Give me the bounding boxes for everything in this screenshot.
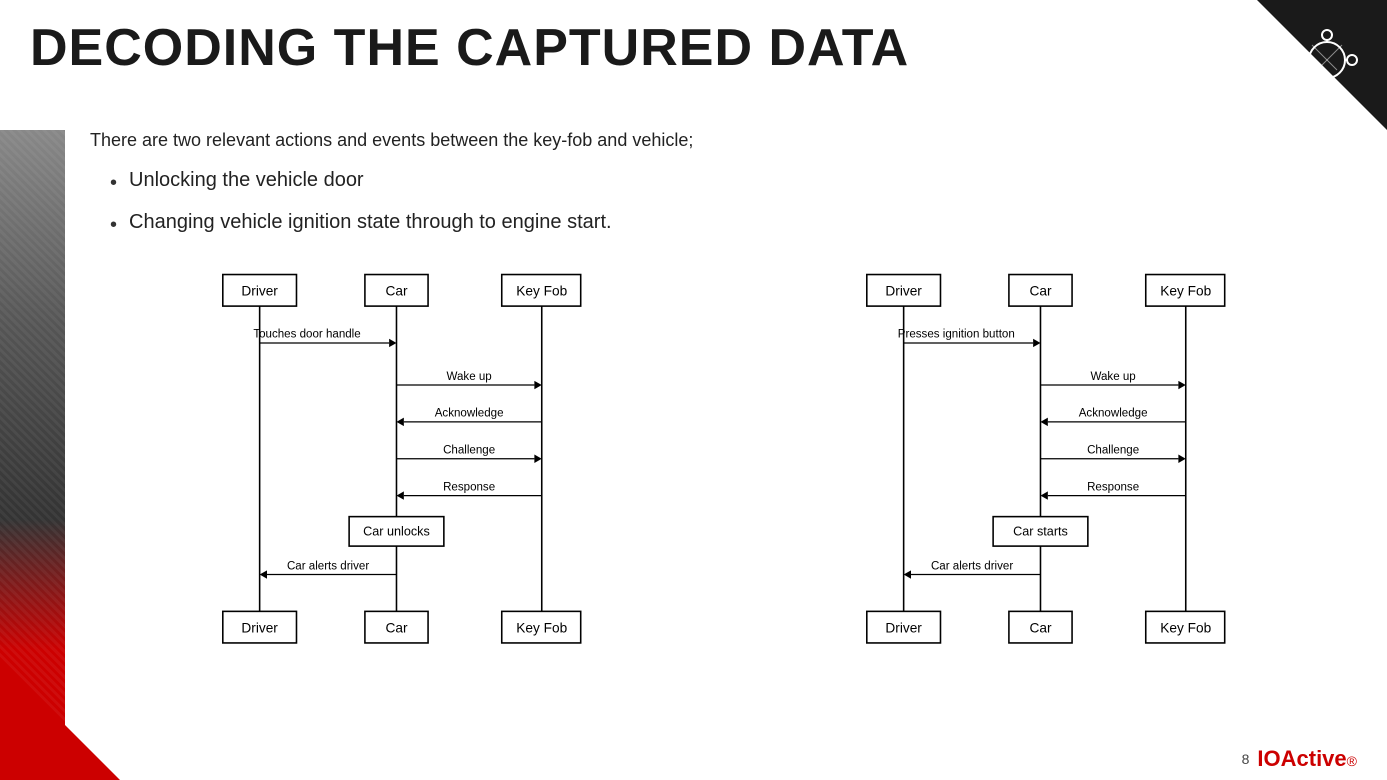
intro-text: There are two relevant actions and event…: [90, 130, 1357, 151]
ignition-start-diagram: Driver Car Key Fob Presses ignition butt…: [734, 264, 1358, 664]
svg-text:Car alerts driver: Car alerts driver: [287, 560, 369, 572]
svg-text:Wake up: Wake up: [447, 371, 492, 383]
svg-text:Car: Car: [1029, 620, 1051, 635]
svg-text:Car alerts driver: Car alerts driver: [930, 560, 1012, 572]
ioactive-logo: IOActive®: [1257, 746, 1357, 772]
svg-text:Key Fob: Key Fob: [516, 620, 567, 635]
svg-text:Driver: Driver: [885, 284, 922, 299]
svg-text:Wake up: Wake up: [1090, 371, 1135, 383]
bottom-bar: 8 IOActive®: [1242, 746, 1357, 772]
svg-text:Car: Car: [385, 620, 407, 635]
door-unlock-diagram: Driver Car Key Fob Touches door handle: [90, 264, 714, 664]
svg-text:Touches door handle: Touches door handle: [253, 329, 360, 341]
svg-text:Presses ignition button: Presses ignition button: [897, 329, 1014, 341]
svg-text:Challenge: Challenge: [1087, 444, 1139, 456]
bullet-item-2: • Changing vehicle ignition state throug…: [110, 211, 1357, 239]
bullet-dot-1: •: [110, 169, 117, 197]
svg-text:Driver: Driver: [885, 620, 922, 635]
svg-text:Car: Car: [385, 284, 407, 299]
svg-text:Acknowledge: Acknowledge: [435, 408, 504, 420]
bullet-dot-2: •: [110, 211, 117, 239]
page-number: 8: [1242, 751, 1250, 767]
slide-title: DECODING THE CAPTURED DATA: [30, 18, 909, 78]
svg-text:Acknowledge: Acknowledge: [1078, 408, 1147, 420]
active-text: Active: [1281, 746, 1347, 771]
content-area: There are two relevant actions and event…: [80, 130, 1357, 730]
svg-text:Car unlocks: Car unlocks: [363, 525, 430, 539]
bullet-text-2: Changing vehicle ignition state through …: [129, 211, 612, 234]
svg-text:Key Fob: Key Fob: [516, 284, 567, 299]
svg-text:Key Fob: Key Fob: [1160, 620, 1211, 635]
svg-text:Response: Response: [443, 481, 495, 493]
svg-text:Driver: Driver: [241, 284, 278, 299]
corner-logo: [1277, 10, 1377, 110]
bullet-text-1: Unlocking the vehicle door: [129, 169, 364, 192]
svg-text:Response: Response: [1087, 481, 1139, 493]
svg-text:Car starts: Car starts: [1013, 525, 1068, 539]
io-text: IO: [1257, 746, 1280, 771]
bullet-list: • Unlocking the vehicle door • Changing …: [110, 169, 1357, 239]
bullet-item-1: • Unlocking the vehicle door: [110, 169, 1357, 197]
registered-mark: ®: [1347, 753, 1357, 769]
svg-text:Key Fob: Key Fob: [1160, 284, 1211, 299]
svg-text:Car: Car: [1029, 284, 1051, 299]
svg-text:Driver: Driver: [241, 620, 278, 635]
svg-text:Challenge: Challenge: [443, 444, 495, 456]
diagrams-row: Driver Car Key Fob Touches door handle: [90, 264, 1357, 664]
